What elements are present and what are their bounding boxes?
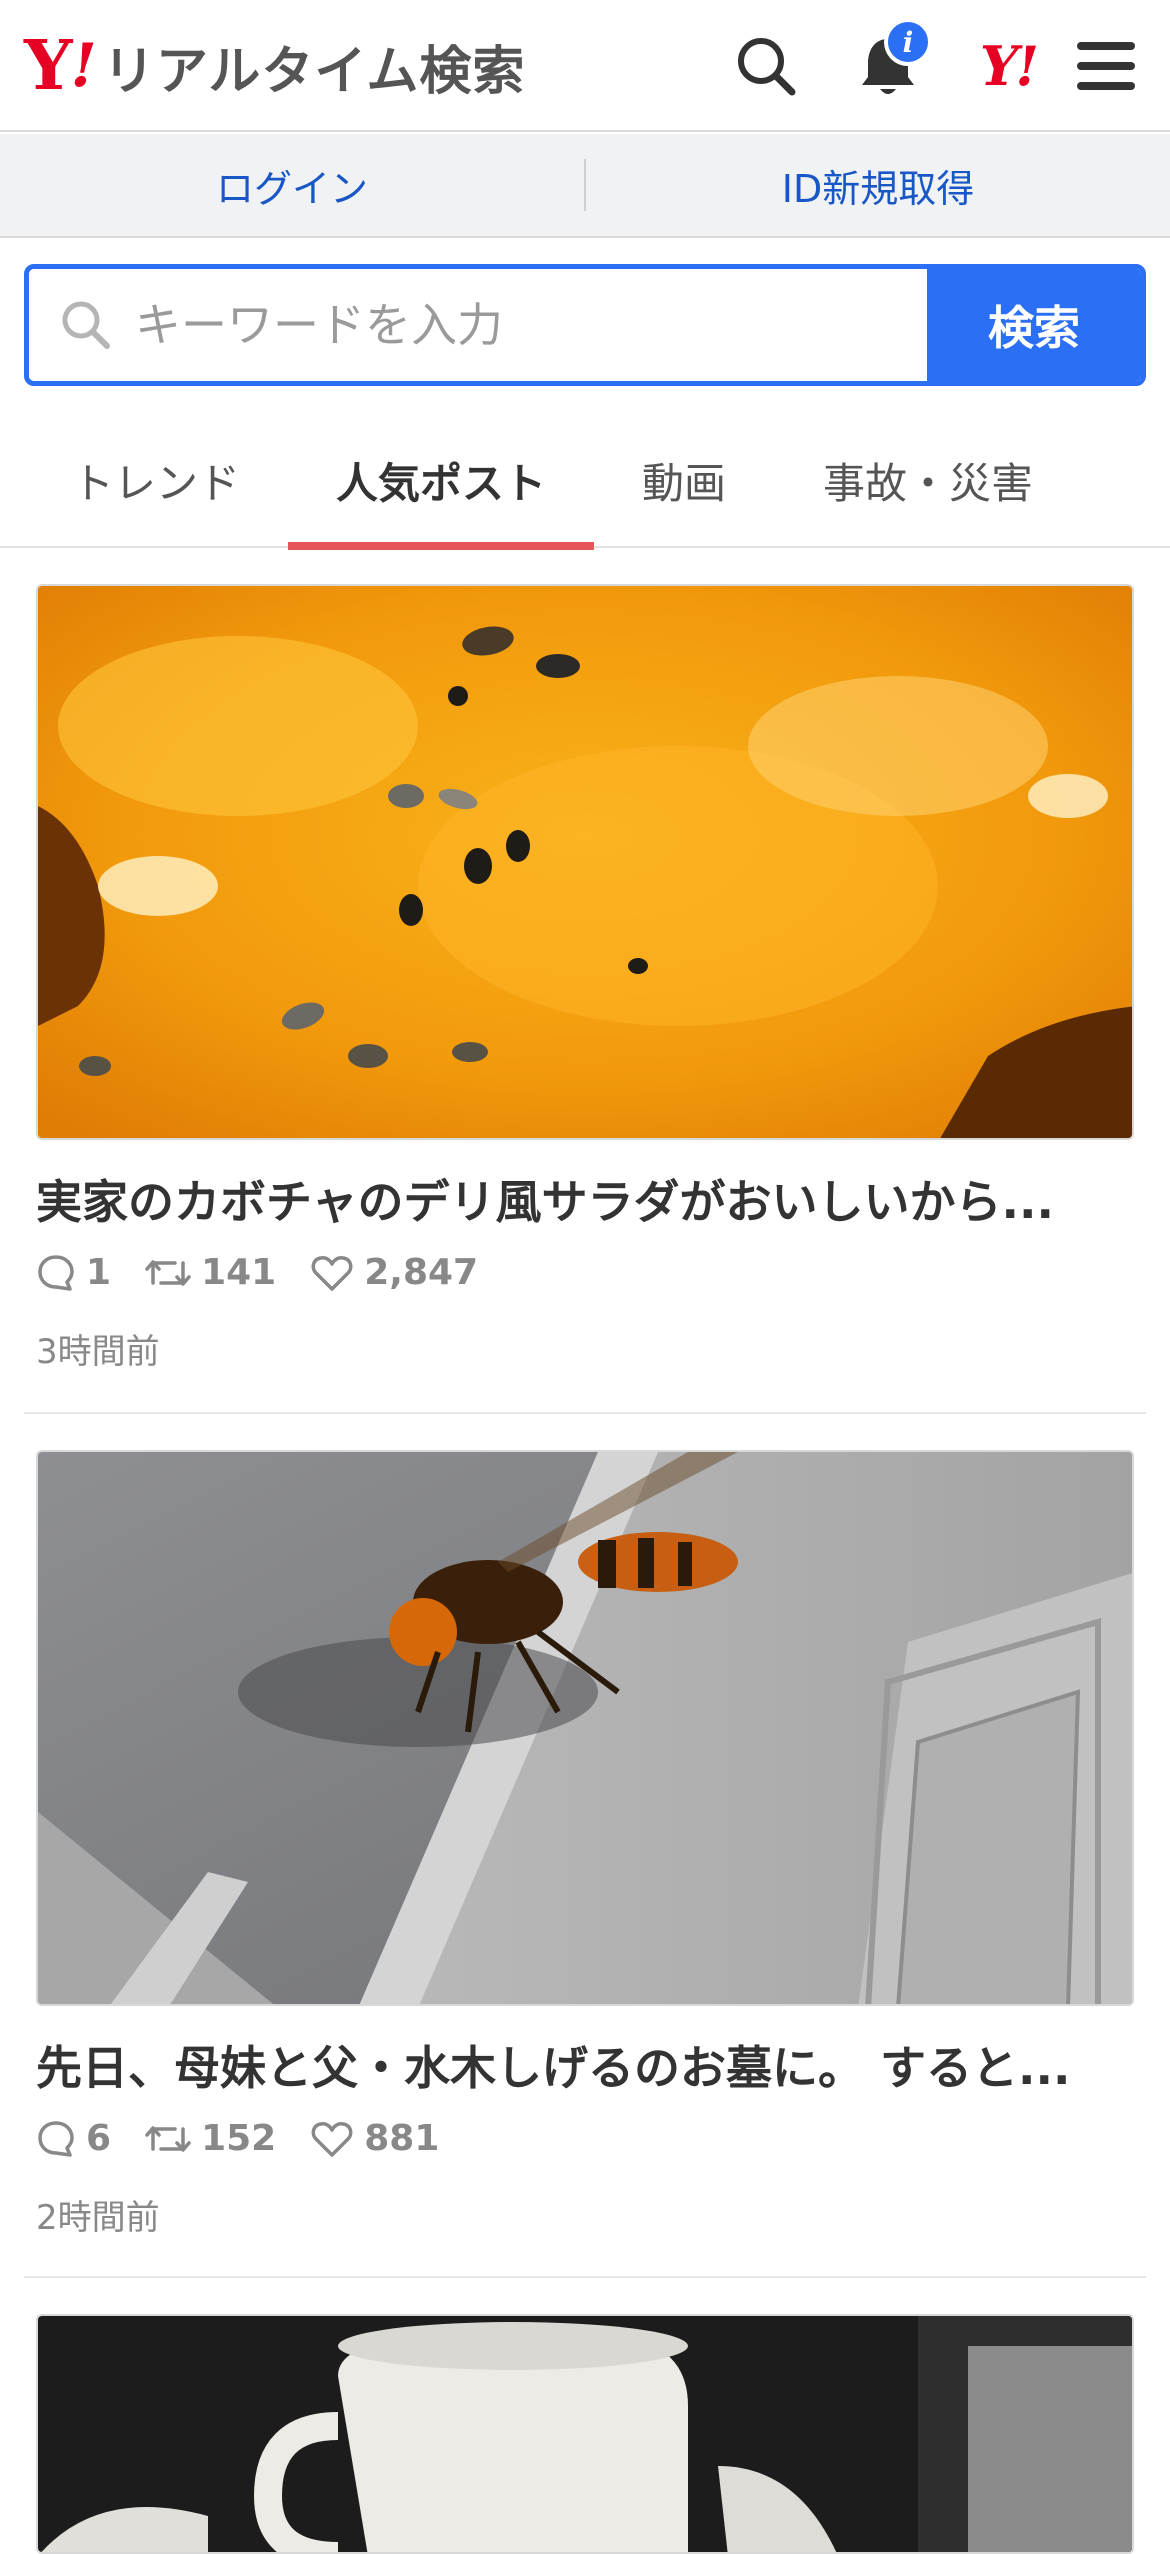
like-count-value: 881	[364, 2118, 440, 2159]
tab-accident-disaster[interactable]: 事故・災害	[808, 412, 1048, 548]
category-tabs: トレンド 人気ポスト 動画 事故・災害	[0, 412, 1170, 550]
post-stats: 6 152 881	[36, 2118, 473, 2159]
tab-popular-posts[interactable]: 人気ポスト	[288, 412, 594, 550]
repost-icon	[145, 1259, 191, 1286]
login-bar: ログイン ID新規取得	[0, 134, 1170, 238]
post-title[interactable]: 実家のカボチャのデリ風サラダがおいしいから...	[36, 1166, 1134, 1232]
menu-icon[interactable]	[1070, 30, 1142, 102]
logo-text: リアルタイム検索	[102, 41, 526, 102]
post-image[interactable]	[36, 584, 1134, 1140]
repost-count-value: 152	[201, 2118, 277, 2159]
post-divider	[24, 2276, 1146, 2278]
notification-badge: i	[884, 18, 932, 66]
register-link[interactable]: ID新規取得	[586, 158, 1170, 213]
reply-icon	[38, 1254, 74, 1291]
reply-count[interactable]: 6	[36, 2118, 111, 2159]
repost-count[interactable]: 141	[145, 1252, 276, 1293]
repost-count[interactable]: 152	[145, 2118, 276, 2159]
tab-video[interactable]: 動画	[620, 412, 748, 548]
yahoo-mark: Y!	[979, 34, 1039, 98]
post-card[interactable]: 先日、母妹と父・水木しげるのお墓に。 すると... 6 152 881 2時間前	[24, 1450, 1146, 2270]
search-input[interactable]	[135, 298, 927, 352]
repost-count-value: 141	[201, 1252, 277, 1293]
like-count[interactable]: 881	[310, 2118, 439, 2159]
post-image[interactable]	[36, 2314, 1134, 2554]
yahoo-realtime-logo[interactable]: Y ! リアルタイム検索	[24, 26, 525, 106]
reply-count[interactable]: 1	[36, 1252, 111, 1293]
login-link[interactable]: ログイン	[0, 158, 584, 213]
logo-exclaim: !	[70, 31, 97, 101]
heart-icon	[311, 1255, 353, 1291]
heart-icon	[311, 2121, 353, 2157]
notification-bell-icon[interactable]: i	[852, 18, 932, 102]
post-time: 2時間前	[36, 2198, 160, 2238]
post-stats: 1 141 2,847	[36, 1252, 512, 1293]
search-button[interactable]: 検索	[927, 269, 1141, 381]
post-image[interactable]	[36, 1450, 1134, 2006]
search-box: 検索	[24, 264, 1146, 386]
yahoo-top-link[interactable]: Y!	[968, 30, 1048, 102]
search-field	[29, 269, 927, 381]
logo-mark: Y	[24, 26, 73, 106]
tab-trend[interactable]: トレンド	[56, 412, 256, 548]
post-card[interactable]	[24, 2314, 1146, 2554]
post-title[interactable]: 先日、母妹と父・水木しげるのお墓に。 すると...	[36, 2032, 1134, 2098]
post-time: 3時間前	[36, 1332, 160, 1372]
post-card[interactable]: 実家のカボチャのデリ風サラダがおいしいから... 1 141 2,847 3時間…	[24, 584, 1146, 1404]
reply-icon	[38, 2120, 74, 2157]
like-count-value: 2,847	[364, 1252, 479, 1293]
reply-count-value: 1	[86, 1252, 112, 1293]
repost-icon	[145, 2125, 191, 2152]
post-divider	[24, 1412, 1146, 1414]
app-header: Y ! リアルタイム検索 i Y!	[0, 0, 1170, 132]
search-field-icon	[59, 298, 113, 352]
like-count[interactable]: 2,847	[310, 1252, 478, 1293]
reply-count-value: 6	[86, 2118, 112, 2159]
search-icon[interactable]	[730, 30, 802, 102]
